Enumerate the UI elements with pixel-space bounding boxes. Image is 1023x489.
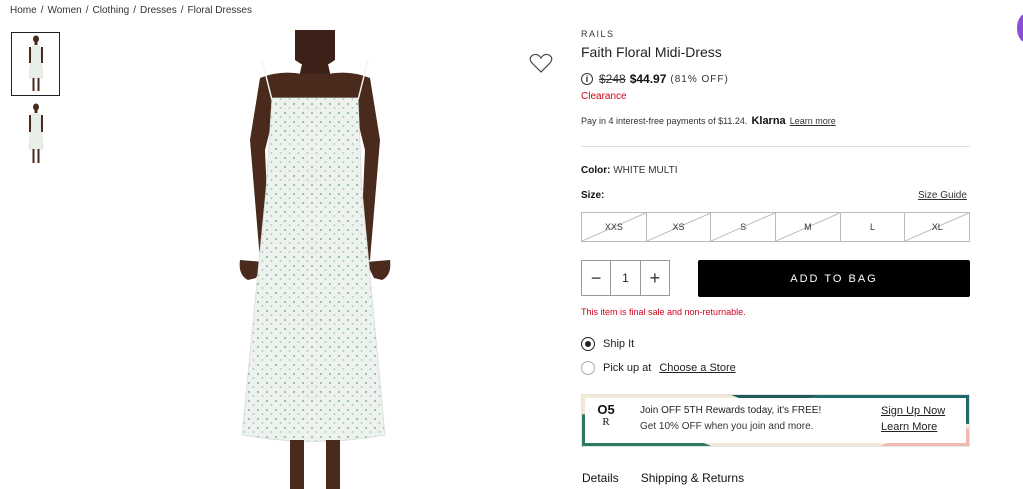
- discount-percent: (81% OFF): [670, 73, 729, 85]
- thumbnail-back[interactable]: [11, 101, 60, 165]
- product-info-tabs: Details Shipping & Returns: [582, 471, 744, 485]
- color-value: WHITE MULTI: [613, 165, 678, 176]
- tab-details[interactable]: Details: [582, 471, 619, 485]
- size-option-label: L: [870, 222, 876, 232]
- quantity-increase-button[interactable]: +: [641, 261, 669, 295]
- rewards-subtext: Get 10% OFF when you join and more.: [640, 421, 814, 432]
- price-row: i $248 $44.97 (81% OFF): [581, 72, 729, 86]
- original-price: $248: [599, 72, 626, 86]
- off5th-rewards-logo: O5 R: [595, 402, 617, 428]
- size-option-label: XS: [672, 222, 685, 232]
- tab-shipping-returns[interactable]: Shipping & Returns: [641, 471, 744, 485]
- breadcrumb-dresses[interactable]: Dresses: [140, 5, 177, 16]
- breadcrumb-sep: /: [180, 5, 184, 16]
- pickup-radio[interactable]: [581, 361, 595, 375]
- logo-top-text: O5: [597, 402, 615, 417]
- quantity-value[interactable]: 1: [610, 261, 641, 295]
- product-brand[interactable]: RAILS: [581, 29, 615, 39]
- size-options: XXS XS S M L XL: [581, 212, 970, 242]
- logo-bottom-text: R: [602, 416, 610, 428]
- size-option-l[interactable]: L: [841, 213, 906, 241]
- chat-bubble-icon[interactable]: [1017, 13, 1023, 43]
- ship-it-label: Ship It: [603, 338, 635, 350]
- klarna-text: Pay in 4 interest-free payments of $11.2…: [581, 116, 748, 126]
- size-option-label: XXS: [604, 222, 623, 232]
- breadcrumb-sep: /: [133, 5, 137, 16]
- size-guide-link[interactable]: Size Guide: [918, 190, 967, 201]
- size-option-xs[interactable]: XS: [646, 213, 712, 241]
- color-label: Color:: [581, 165, 611, 176]
- rewards-headline: Join OFF 5TH Rewards today, it's FREE!: [640, 405, 822, 416]
- breadcrumb-sep: /: [85, 5, 89, 16]
- klarna-logo: Klarna: [751, 115, 786, 127]
- quantity-stepper: − 1 +: [581, 260, 670, 296]
- dress-thumbnail-image: [28, 103, 43, 163]
- size-option-label: XL: [931, 222, 943, 232]
- sign-up-now-link[interactable]: Sign Up Now: [881, 405, 945, 417]
- product-main-image: [239, 30, 391, 489]
- dress-thumbnail-image: [28, 35, 43, 91]
- klarna-learn-more-link[interactable]: Learn more: [790, 116, 836, 126]
- breadcrumb: Home / Women / Clothing / Dresses / Flor…: [10, 5, 252, 16]
- clearance-label: Clearance: [581, 91, 627, 102]
- size-option-label: M: [804, 222, 812, 232]
- final-sale-notice: This item is final sale and non-returnab…: [581, 307, 746, 317]
- sale-price: $44.97: [629, 72, 667, 86]
- size-option-xxs[interactable]: XXS: [582, 213, 647, 241]
- product-page: Home / Women / Clothing / Dresses / Flor…: [0, 0, 1023, 489]
- breadcrumb-women[interactable]: Women: [47, 5, 81, 16]
- breadcrumb-home[interactable]: Home: [10, 5, 37, 16]
- product-title: Faith Floral Midi-Dress: [581, 44, 722, 60]
- choose-store-link[interactable]: Choose a Store: [659, 362, 735, 374]
- size-option-m[interactable]: M: [776, 213, 841, 241]
- divider: [581, 146, 970, 147]
- pickup-option[interactable]: Pick up at Choose a Store: [581, 361, 736, 375]
- pickup-label: Pick up at: [603, 362, 652, 374]
- rewards-banner: O5 R Join OFF 5TH Rewards today, it's FRE…: [581, 394, 970, 447]
- size-option-label: S: [740, 222, 747, 232]
- size-label: Size:: [581, 190, 605, 201]
- breadcrumb-clothing[interactable]: Clothing: [93, 5, 130, 16]
- info-icon[interactable]: i: [581, 73, 593, 85]
- breadcrumb-sep: /: [40, 5, 44, 16]
- wishlist-heart-icon[interactable]: [529, 52, 553, 74]
- ship-it-option[interactable]: Ship It: [581, 337, 634, 351]
- add-to-bag-button[interactable]: ADD TO BAG: [698, 260, 970, 297]
- klarna-installments: Pay in 4 interest-free payments of $11.2…: [581, 115, 836, 127]
- rewards-learn-more-link[interactable]: Learn More: [881, 421, 937, 433]
- size-option-s[interactable]: S: [711, 213, 777, 241]
- quantity-decrease-button[interactable]: −: [582, 261, 610, 295]
- size-option-xl[interactable]: XL: [905, 213, 970, 241]
- ship-it-radio[interactable]: [581, 337, 595, 351]
- breadcrumb-floral-dresses[interactable]: Floral Dresses: [187, 5, 251, 16]
- color-selection: Color: WHITE MULTI: [581, 165, 678, 176]
- thumbnail-front[interactable]: [11, 32, 60, 96]
